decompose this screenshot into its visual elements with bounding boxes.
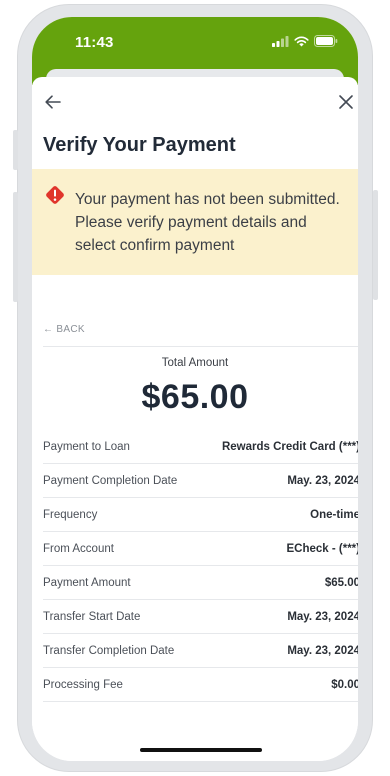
close-icon[interactable]	[337, 93, 355, 111]
detail-value: Rewards Credit Card (***)	[221, 440, 358, 453]
detail-value: $0.00	[331, 678, 358, 691]
detail-value: ECheck - (***)	[286, 542, 359, 555]
detail-value: May. 23, 2024	[287, 474, 358, 487]
status-icons	[272, 35, 338, 47]
detail-row: Transfer Completion Date May. 23, 2024	[43, 634, 358, 668]
divider	[43, 346, 358, 347]
arrow-left-icon[interactable]	[44, 93, 62, 111]
detail-label: Transfer Completion Date	[43, 644, 175, 657]
detail-value: May. 23, 2024	[287, 610, 358, 623]
detail-row: Frequency One-time	[43, 498, 358, 532]
detail-label: Frequency	[43, 508, 98, 521]
detail-row: Payment Amount $65.00	[43, 566, 358, 600]
alert-banner: Your payment has not been submitted. Ple…	[32, 169, 358, 275]
detail-label: Transfer Start Date	[43, 610, 141, 623]
home-indicator[interactable]	[140, 748, 262, 752]
page-title: Verify Your Payment	[43, 134, 236, 156]
volume-button	[13, 192, 18, 302]
detail-row: Payment Completion Date May. 23, 2024	[43, 464, 358, 498]
payment-details-list: Payment to Loan Rewards Credit Card (***…	[43, 430, 358, 702]
power-button	[373, 190, 378, 300]
alert-message: Your payment has not been submitted. Ple…	[75, 191, 340, 254]
total-amount-value: $65.00	[141, 378, 249, 416]
detail-label: Payment Amount	[43, 576, 131, 589]
detail-row: Payment to Loan Rewards Credit Card (***…	[43, 430, 358, 464]
detail-value: $65.00	[324, 576, 358, 589]
detail-value: May. 23, 2024	[287, 644, 358, 657]
battery-icon	[314, 35, 338, 47]
detail-row: Processing Fee $0.00	[43, 668, 358, 702]
silent-switch	[13, 130, 18, 170]
status-time: 11:43	[75, 34, 114, 51]
detail-label: Payment to Loan	[43, 440, 130, 453]
warning-diamond-icon	[46, 186, 64, 204]
detail-row: From Account ECheck - (***)	[43, 532, 358, 566]
detail-value: One-time	[310, 508, 358, 521]
detail-row: Transfer Start Date May. 23, 2024	[43, 600, 358, 634]
phone-screen: 11:43 Verify Your Payment Your payment h…	[32, 17, 358, 761]
verify-payment-sheet: Verify Your Payment Your payment has not…	[32, 77, 358, 761]
detail-label: From Account	[43, 542, 114, 555]
detail-label: Payment Completion Date	[43, 474, 178, 487]
signal-icon	[272, 35, 289, 47]
back-link[interactable]: ← BACK	[43, 324, 85, 335]
total-amount-label: Total Amount	[161, 357, 229, 369]
wifi-icon	[294, 36, 309, 46]
detail-label: Processing Fee	[43, 678, 123, 691]
